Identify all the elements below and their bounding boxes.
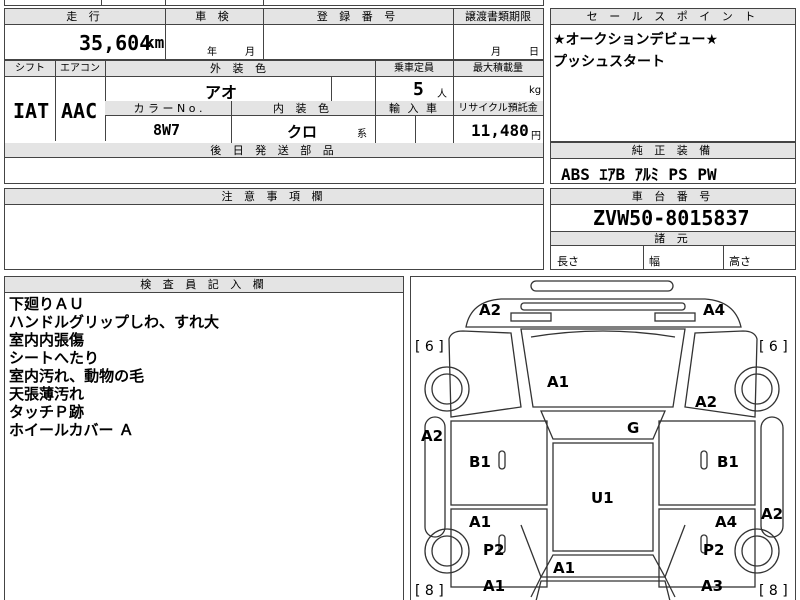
chassis-value: ZVW50-8015837 xyxy=(593,206,750,230)
max-load-header: 最大積載量 xyxy=(453,61,543,77)
selling-point-header: セ ー ル ス ポ イ ン ト xyxy=(551,9,795,25)
height-label: 高さ xyxy=(729,255,751,268)
mileage-unit: km xyxy=(145,33,165,52)
recycle-unit: 円 xyxy=(531,131,541,142)
inspector-note: シートへたり xyxy=(9,349,100,367)
tire-front-right-size: [ 6 ] xyxy=(759,339,788,355)
inspector-note: タッチＰ跡 xyxy=(9,403,85,421)
chassis-header: 車 台 番 号 xyxy=(551,189,795,205)
transfer-header: 譲渡書類期限 xyxy=(453,9,543,25)
mark-rear-left: A1 xyxy=(483,577,506,595)
inspector-box: 検 査 員 記 入 欄 下廻りＡＵ ハンドルグリップしわ、すれ大 室内内張傷 シ… xyxy=(4,276,404,600)
inspection-header: 車 検 xyxy=(165,9,263,25)
inspection-year-unit: 年 xyxy=(207,47,217,58)
shift-header: シフト xyxy=(5,61,55,77)
width-label: 幅 xyxy=(649,255,660,268)
dimensions-header: 諸 元 xyxy=(551,231,795,246)
aircon-header: エアコン xyxy=(55,61,105,77)
inspector-note: 室内内張傷 xyxy=(9,331,85,349)
inspector-note: ハンドルグリップしわ、すれ大 xyxy=(9,313,220,331)
mileage-header: 走 行 xyxy=(5,9,165,25)
inspection-month-unit: 月 xyxy=(245,47,255,58)
import-header: 輸 入 車 xyxy=(389,102,439,115)
mark-roof: U1 xyxy=(591,489,614,507)
mark-front-bumper-right: A4 xyxy=(703,301,726,319)
vehicle-diagram-box: [ 6 ] [ 6 ] [ 8 ] [ 8 ] A2 A4 A1 A2 A2 G… xyxy=(410,276,796,600)
car-outline-diagram xyxy=(424,280,784,600)
mark-hood: A1 xyxy=(547,373,570,391)
mark-front-door-right: B1 xyxy=(717,453,739,471)
mark-trunk: A1 xyxy=(553,559,576,577)
caution-box: 注 意 事 項 欄 xyxy=(4,188,544,270)
inspector-note: 室内汚れ、動物の毛 xyxy=(9,367,145,385)
max-load-unit: kg xyxy=(529,85,542,96)
color-no-value: 8W7 xyxy=(153,121,181,139)
mark-rear-door-left: A1 xyxy=(469,513,492,531)
equipment-value: ABS ｴｱB ｱﾙﾐ PS PW xyxy=(561,165,717,184)
tire-rear-right-size: [ 8 ] xyxy=(759,583,788,599)
tire-front-left-size: [ 6 ] xyxy=(415,339,444,355)
length-label: 長さ xyxy=(557,255,579,268)
registration-header: 登 録 番 号 xyxy=(263,9,453,25)
shift-value: IAT xyxy=(13,99,50,123)
aircon-value: AAC xyxy=(61,99,98,123)
spec-box: シフト エアコン 外 装 色 乗車定員 最大積載量 IAT AAC アオ 5 人… xyxy=(4,60,544,184)
mark-fender-right: A2 xyxy=(695,393,718,411)
equipment-header: 純 正 装 備 xyxy=(551,143,795,159)
summary-box: 走 行 車 検 登 録 番 号 譲渡書類期限 35,604 km 年 月 月 日 xyxy=(4,8,544,60)
recycle-value: 11,480 xyxy=(471,121,529,140)
mark-pillar-left: P2 xyxy=(483,541,505,559)
mark-pillar-right: P2 xyxy=(703,541,725,559)
later-parts-header: 後 日 発 送 部 品 xyxy=(5,143,543,158)
mark-roof-front: G xyxy=(627,419,640,437)
selling-point-box: セ ー ル ス ポ イ ン ト ★オークションデビュー★ プッシュスタート xyxy=(550,8,796,142)
mark-front-door-left: B1 xyxy=(469,453,491,471)
mark-fender-left-side: A2 xyxy=(421,427,444,445)
selling-point-line2: プッシュスタート xyxy=(553,54,665,70)
interior-color-header: 内 装 色 xyxy=(273,102,333,115)
capacity-value: 5 xyxy=(413,79,424,100)
inspector-note: ホイールカバー Ａ xyxy=(9,421,134,439)
recycle-header: リサイクル預託金 xyxy=(458,103,538,114)
chassis-box: 車 台 番 号 ZVW50-8015837 諸 元 長さ 幅 高さ xyxy=(550,188,796,270)
transfer-month-unit: 月 xyxy=(491,47,501,58)
inspector-note: 下廻りＡＵ xyxy=(9,295,85,313)
capacity-unit: 人 xyxy=(437,89,447,100)
mark-front-bumper-left: A2 xyxy=(479,301,502,319)
interior-color-value: クロ xyxy=(287,123,318,141)
exterior-color-value: アオ xyxy=(205,83,238,102)
inspector-note: 天張薄汚れ xyxy=(9,385,85,403)
interior-color-suffix: 系 xyxy=(357,129,367,140)
color-no-header: カ ラ ー N o . xyxy=(133,102,203,115)
inspector-notes: 下廻りＡＵ ハンドルグリップしわ、すれ大 室内内張傷 シートへたり 室内汚れ、動… xyxy=(9,295,219,439)
top-strip xyxy=(4,0,544,6)
equipment-box: 純 正 装 備 ABS ｴｱB ｱﾙﾐ PS PW xyxy=(550,142,796,184)
mark-rear-right: A3 xyxy=(701,577,724,595)
capacity-header: 乗車定員 xyxy=(375,61,453,77)
tire-rear-left-size: [ 8 ] xyxy=(415,583,444,599)
mileage-value: 35,604 xyxy=(79,31,152,55)
selling-point-line1: ★オークションデビュー★ xyxy=(553,32,719,48)
transfer-day-unit: 日 xyxy=(529,47,539,58)
caution-header: 注 意 事 項 欄 xyxy=(5,189,543,205)
mark-rear-door-right: A4 xyxy=(715,513,738,531)
mark-side-right: A2 xyxy=(761,505,784,523)
exterior-color-header: 外 装 色 xyxy=(105,61,375,77)
inspector-header: 検 査 員 記 入 欄 xyxy=(5,277,403,293)
